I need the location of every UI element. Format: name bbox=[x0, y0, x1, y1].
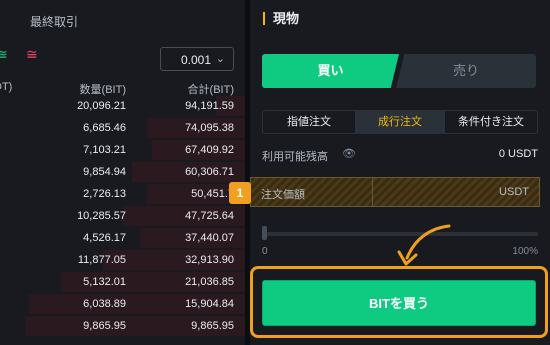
row-quantity: 7,103.21 bbox=[83, 144, 126, 156]
row-total: 47,725.64 bbox=[185, 210, 234, 222]
order-book-row[interactable]: 4,526.17 37,440.07 bbox=[0, 227, 245, 249]
book-view-toggles: ≊ ≅ bbox=[0, 48, 60, 68]
order-book-panel: 最終取引 ≊ ≅ 0.001 ⌄ DT) 数量(BIT) 合計(BIT) 20,… bbox=[0, 0, 245, 345]
buy-bit-button[interactable]: BITを買う bbox=[262, 280, 536, 326]
row-quantity: 9,854.94 bbox=[83, 166, 126, 178]
step-badge: 1 bbox=[229, 182, 251, 204]
row-total: 32,913.90 bbox=[185, 254, 234, 266]
row-total: 94,191.59 bbox=[185, 100, 234, 112]
slider-max-label: 100% bbox=[512, 246, 538, 257]
row-quantity: 6,685.46 bbox=[83, 122, 126, 134]
row-total: 50,451.7 bbox=[191, 188, 234, 200]
tab-buy[interactable]: 買い bbox=[262, 54, 399, 88]
side-tabs: 買い 売り bbox=[262, 54, 536, 88]
row-quantity: 4,526.17 bbox=[83, 232, 126, 244]
row-total: 15,904.84 bbox=[185, 298, 234, 310]
row-total: 9,865.95 bbox=[191, 320, 234, 332]
order-amount-field[interactable]: 注文価額 USDT bbox=[250, 177, 540, 207]
order-book-row[interactable]: 6,038.89 15,904.84 bbox=[0, 293, 245, 315]
tab-sell[interactable]: 売り bbox=[396, 54, 536, 88]
amount-slider-handle[interactable] bbox=[262, 226, 267, 240]
eye-icon[interactable]: 👁 bbox=[342, 147, 356, 160]
tab-market-order[interactable]: 成行注文 bbox=[355, 111, 445, 133]
order-amount-label: 注文価額 bbox=[261, 189, 305, 201]
order-book-title: 最終取引 bbox=[30, 15, 79, 29]
precision-select[interactable]: 0.001 ⌄ bbox=[160, 47, 234, 71]
order-type-tabs: 指値注文 成行注文 条件付き注文 bbox=[262, 110, 538, 134]
order-book-row[interactable]: 7,103.21 67,409.92 bbox=[0, 139, 245, 161]
order-book-row[interactable]: 9,854.94 60,306.71 bbox=[0, 161, 245, 183]
order-book-row[interactable]: 6,685.46 74,095.38 bbox=[0, 117, 245, 139]
order-book-row[interactable]: 10,285.57 47,725.64 bbox=[0, 205, 245, 227]
order-book-rows: 20,096.21 94,191.59 6,685.46 74,095.38 7,103… bbox=[0, 95, 245, 337]
row-total: 21,036.85 bbox=[185, 276, 234, 288]
row-quantity: 6,038.89 bbox=[83, 298, 126, 310]
order-book-row[interactable]: 5,132.01 21,036.85 bbox=[0, 271, 245, 293]
order-book-row[interactable]: 2,726.13 50,451.7 bbox=[0, 183, 245, 205]
row-quantity: 10,285.57 bbox=[77, 210, 126, 222]
order-book-row[interactable]: 20,096.21 94,191.59 bbox=[0, 95, 245, 117]
order-amount-unit: USDT bbox=[499, 186, 529, 198]
row-total: 37,440.07 bbox=[185, 232, 234, 244]
slider-min-label: 0 bbox=[262, 246, 268, 257]
row-quantity: 9,865.95 bbox=[83, 320, 126, 332]
row-quantity: 5,132.01 bbox=[83, 276, 126, 288]
row-total: 74,095.38 bbox=[185, 122, 234, 134]
available-balance-label: 利用可能残高 bbox=[262, 151, 328, 163]
order-book-row[interactable]: 11,877.05 32,913.90 bbox=[0, 249, 245, 271]
precision-value: 0.001 bbox=[181, 53, 212, 67]
row-quantity: 11,877.05 bbox=[77, 254, 126, 266]
available-balance-value: 0 USDT bbox=[498, 148, 538, 160]
row-total: 67,409.92 bbox=[185, 144, 234, 156]
spot-title: 現物 bbox=[263, 12, 299, 25]
field-separator bbox=[372, 178, 373, 206]
order-book-row[interactable]: 9,865.95 9,865.95 bbox=[0, 315, 245, 337]
row-quantity: 2,726.13 bbox=[83, 188, 126, 200]
tab-conditional-order[interactable]: 条件付き注文 bbox=[445, 111, 537, 133]
row-quantity: 20,096.21 bbox=[77, 100, 126, 112]
curved-arrow-icon bbox=[397, 224, 451, 266]
price-column-header: DT) bbox=[0, 81, 13, 93]
row-total: 60,306.71 bbox=[185, 166, 234, 178]
chevron-down-icon: ⌄ bbox=[215, 52, 225, 65]
tab-limit-order[interactable]: 指値注文 bbox=[263, 111, 355, 133]
buy-orders-icon[interactable]: ≊ bbox=[0, 48, 8, 62]
sell-orders-icon[interactable]: ≅ bbox=[26, 48, 38, 62]
